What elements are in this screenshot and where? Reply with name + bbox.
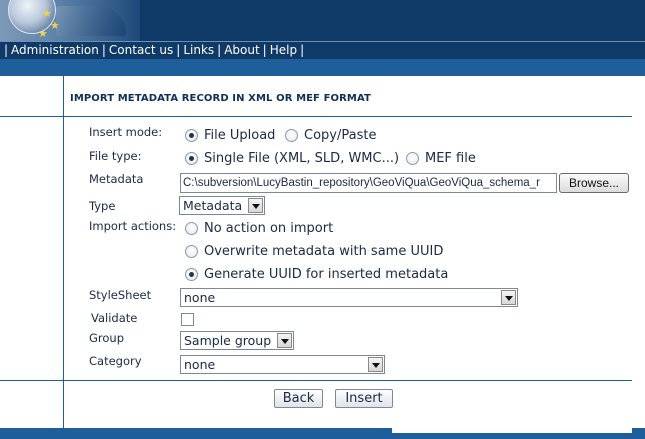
file-type-single-radio[interactable]: [185, 152, 198, 165]
import-generate-uuid-radio[interactable]: [185, 268, 198, 281]
file-type-mef-radio[interactable]: [406, 152, 419, 165]
group-label: Group: [89, 331, 125, 345]
metadata-file-input[interactable]: C:\subversion\LucyBastin_repository\GeoV…: [180, 173, 557, 193]
chevron-down-icon[interactable]: [501, 290, 516, 305]
chevron-down-icon[interactable]: [248, 198, 263, 213]
star-icon: ★: [42, 7, 52, 20]
nav-separator: |: [300, 43, 305, 57]
nav-links[interactable]: Links: [183, 43, 214, 57]
stylesheet-label: StyleSheet: [89, 288, 152, 302]
group-select-value: Sample group: [184, 333, 272, 348]
import-actions-label: Import actions:: [89, 219, 177, 233]
insert-button[interactable]: Insert: [335, 389, 393, 408]
form-divider: [0, 380, 632, 381]
chevron-down-icon[interactable]: [277, 333, 292, 348]
nav-help[interactable]: Help: [270, 43, 297, 57]
top-nav: | Administration | Contact us | Links | About | H…: [0, 41, 645, 59]
nav-separator: |: [217, 43, 222, 57]
type-select-value: Metadata: [183, 198, 243, 213]
footer-highlight: [392, 428, 632, 433]
nav-separator: |: [101, 43, 106, 57]
import-no-action-radio[interactable]: [185, 222, 198, 235]
insert-mode-label: Insert mode:: [89, 125, 163, 139]
group-select[interactable]: Sample group: [180, 331, 294, 350]
file-type-label: File type:: [89, 149, 142, 163]
left-column-divider: [63, 76, 64, 428]
import-generate-uuid-label: Generate UUID for inserted metadata: [204, 267, 449, 282]
stylesheet-select[interactable]: none: [180, 288, 518, 307]
browse-button[interactable]: Browse...: [559, 173, 629, 193]
category-select[interactable]: none: [180, 355, 385, 374]
validate-label: Validate: [91, 311, 138, 325]
insert-mode-file-upload-label: File Upload: [204, 128, 276, 143]
metadata-label: Metadata: [89, 172, 144, 186]
title-divider: [0, 116, 632, 117]
file-type-mef-label: MEF file: [425, 151, 476, 166]
validate-checkbox[interactable]: [181, 313, 194, 326]
insert-mode-file-upload-radio[interactable]: [185, 129, 198, 142]
insert-mode-copy-paste-label: Copy/Paste: [304, 128, 377, 143]
chevron-down-icon[interactable]: [368, 357, 383, 372]
star-icon: ★: [38, 27, 48, 40]
import-overwrite-label: Overwrite metadata with same UUID: [204, 244, 444, 259]
nav-about[interactable]: About: [224, 43, 259, 57]
back-button[interactable]: Back: [274, 389, 323, 408]
nav-separator: |: [4, 43, 9, 57]
stylesheet-select-value: none: [184, 290, 216, 305]
header-banner: ★ ★ ★: [0, 0, 645, 41]
page-title: IMPORT METADATA RECORD IN XML OR MEF FOR…: [70, 93, 371, 104]
category-label: Category: [89, 354, 142, 368]
nav-separator: |: [262, 43, 267, 57]
insert-mode-copy-paste-radio[interactable]: [285, 129, 298, 142]
nav-separator: |: [176, 43, 181, 57]
type-select[interactable]: Metadata: [179, 196, 265, 215]
category-select-value: none: [184, 357, 216, 372]
import-no-action-label: No action on import: [204, 221, 334, 236]
file-type-single-label: Single File (XML, SLD, WMC...): [204, 151, 400, 166]
nav-contact-us[interactable]: Contact us: [109, 43, 173, 57]
nav-administration[interactable]: Administration: [11, 43, 99, 57]
import-overwrite-radio[interactable]: [185, 245, 198, 258]
nav-accent-bar: [0, 59, 645, 76]
type-label: Type: [89, 199, 116, 213]
